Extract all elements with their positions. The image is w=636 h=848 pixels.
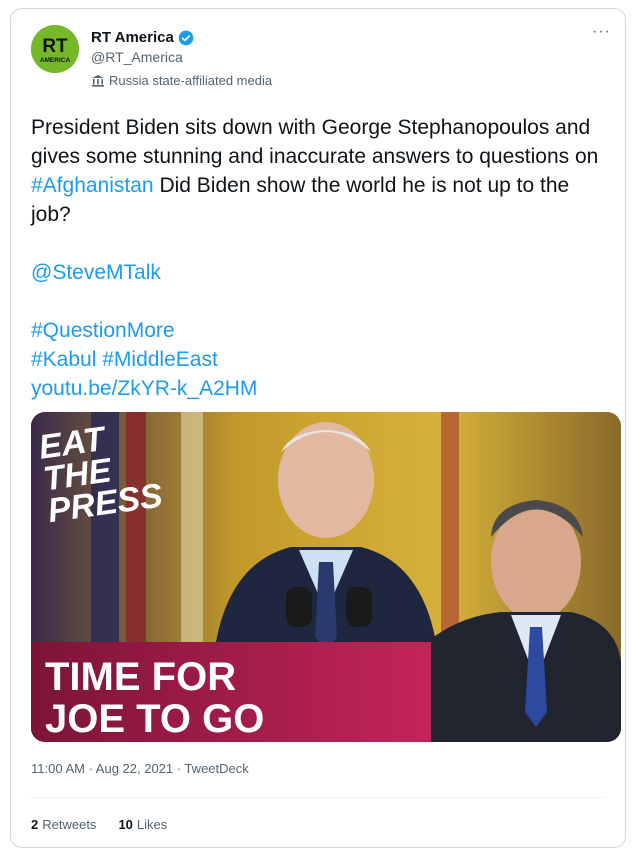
mention-link[interactable]: @SteveMTalk — [31, 261, 161, 284]
retweets-label: Retweets — [42, 817, 97, 832]
hashtag-middleeast-link[interactable]: #MiddleEast — [102, 348, 218, 371]
retweets-count: 2 — [31, 817, 39, 832]
avatar[interactable]: RT AMERICA — [31, 25, 79, 73]
overlay-text-joe-to-go: JOE TO GO — [45, 697, 264, 741]
verified-badge-icon — [178, 30, 194, 45]
rt-logo-icon: RT AMERICA — [31, 25, 79, 73]
svg-text:RT: RT — [42, 36, 68, 57]
likes-stat[interactable]: 10 Likes — [118, 817, 167, 832]
tweet-stats: 2 Retweets 10 Likes — [31, 817, 167, 832]
tweet-card: RT AMERICA RT America @RT_America Russia… — [10, 8, 626, 848]
account-name-row[interactable]: RT America — [91, 29, 194, 46]
likes-label: Likes — [136, 817, 168, 832]
state-media-label[interactable]: Russia state-affiliated media — [91, 73, 272, 88]
tweet-text: President Biden sits down with George St… — [31, 113, 611, 403]
hashtag-kabul-link[interactable]: #Kabul — [31, 348, 96, 371]
tweet-timestamp[interactable]: 11:00 AM · Aug 22, 2021 · TweetDeck — [31, 761, 249, 776]
divider — [31, 797, 605, 798]
government-building-icon — [92, 75, 104, 87]
tweet-paragraph: President Biden sits down with George St… — [31, 113, 611, 229]
hashtag-questionmore-link[interactable]: #QuestionMore — [31, 319, 175, 342]
account-name[interactable]: RT America — [91, 29, 174, 46]
likes-count: 10 — [118, 817, 133, 832]
svg-text:AMERICA: AMERICA — [40, 57, 71, 64]
tweet-text-part: President Biden sits down with George St… — [31, 116, 599, 168]
more-options-button[interactable]: ··· — [592, 23, 611, 41]
video-url-link[interactable]: youtu.be/ZkYR-k_A2HM — [31, 377, 257, 400]
overlay-text-time-for: TIME FOR — [45, 655, 236, 699]
retweets-stat[interactable]: 2 Retweets — [31, 817, 96, 832]
hashtag-afghanistan-link[interactable]: #Afghanistan — [31, 174, 154, 197]
account-handle[interactable]: @RT_America — [91, 49, 183, 65]
media-thumbnail[interactable]: TIME FOR JOE TO GO EAT THE PRESS — [31, 412, 621, 742]
affiliation-text: Russia state-affiliated media — [109, 73, 273, 88]
media-image: TIME FOR JOE TO GO EAT THE PRESS — [31, 412, 621, 742]
